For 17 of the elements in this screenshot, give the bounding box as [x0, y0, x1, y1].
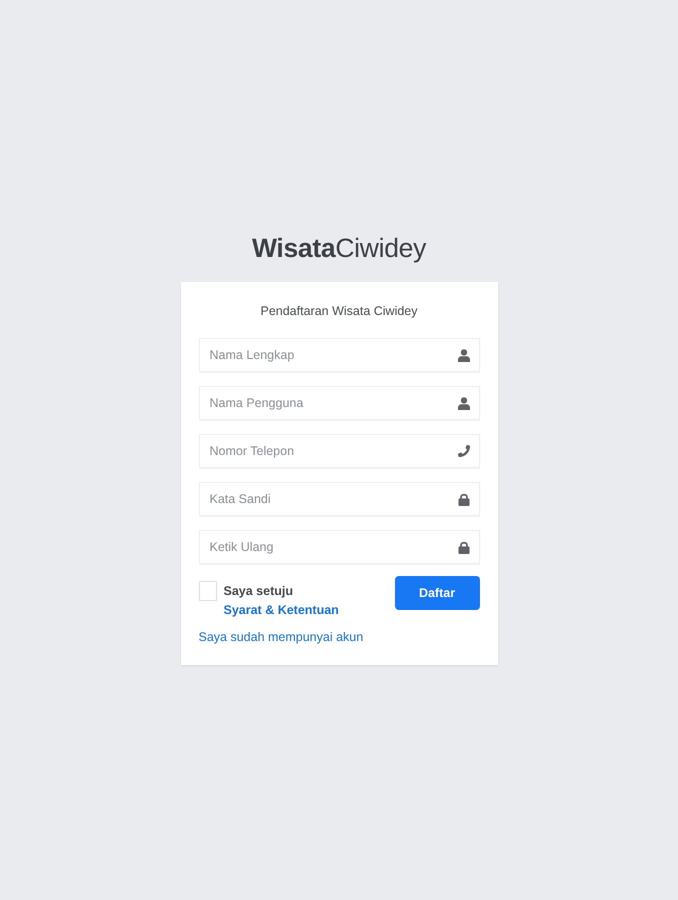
terms-text: Saya setuju Syarat & Ketentuan	[224, 583, 340, 619]
register-button[interactable]: Daftar	[394, 576, 480, 610]
input-field[interactable]: Nomor Telepon	[198, 434, 480, 468]
person-icon	[458, 349, 470, 362]
padlock-icon	[458, 493, 470, 506]
input-field[interactable]: Kata Sandi	[198, 482, 480, 516]
input-field[interactable]: Nama Pengguna	[198, 386, 480, 420]
input-field[interactable]: Nama Lengkap	[198, 338, 480, 372]
site-logo: WisataCiwidey	[252, 232, 426, 264]
login-link[interactable]: Saya sudah mempunyai akun	[198, 628, 364, 646]
terms-checkbox[interactable]	[198, 581, 216, 601]
form-title: Pendaftaran Wisata Ciwidey	[259, 303, 419, 320]
padlock-icon	[458, 541, 470, 554]
terms-link[interactable]: Syarat & Ketentuan	[224, 603, 339, 617]
input-field[interactable]: Ketik Ulang	[198, 530, 480, 564]
phone-icon	[458, 445, 470, 457]
person-icon	[458, 397, 470, 410]
